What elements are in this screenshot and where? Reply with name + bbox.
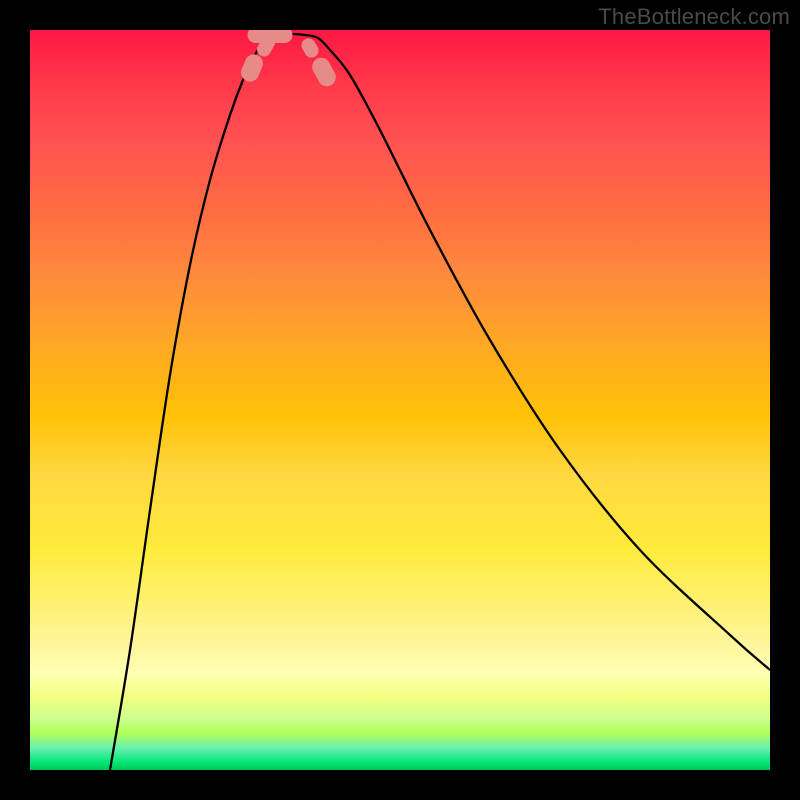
chart-frame: TheBottleneck.com bbox=[0, 0, 800, 800]
curve-marker bbox=[309, 55, 339, 90]
curve-markers bbox=[238, 30, 339, 89]
curve-marker bbox=[299, 36, 321, 60]
watermark-text: TheBottleneck.com bbox=[598, 4, 790, 30]
chart-plot-area bbox=[30, 30, 770, 770]
curve-marker bbox=[248, 30, 293, 43]
chart-overlay bbox=[30, 30, 770, 770]
bottleneck-curve bbox=[110, 34, 770, 770]
